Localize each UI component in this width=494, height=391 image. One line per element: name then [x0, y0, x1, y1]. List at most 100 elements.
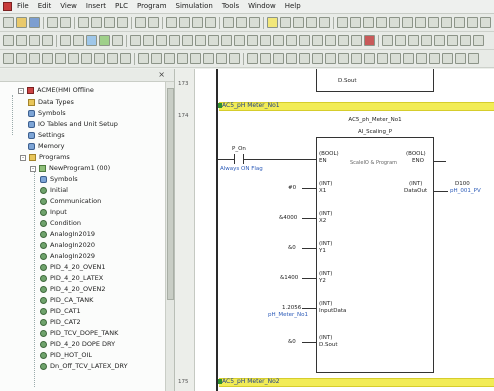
- program-mode-icon[interactable]: [267, 17, 278, 28]
- redo-icon[interactable]: [148, 17, 159, 28]
- toolbar-option-icon[interactable]: [190, 53, 201, 64]
- toolbar-option-icon[interactable]: [429, 53, 440, 64]
- toolbar-option-icon[interactable]: [442, 53, 453, 64]
- menu-help[interactable]: Help: [285, 1, 301, 12]
- delete-icon[interactable]: [117, 17, 128, 28]
- toolbar-option-icon[interactable]: [467, 17, 478, 28]
- tree-item[interactable]: AnalogIn2029: [40, 251, 95, 262]
- zoom-in-icon[interactable]: [337, 17, 348, 28]
- toolbar-option-icon[interactable]: [94, 53, 105, 64]
- toolbar-option-icon[interactable]: [16, 53, 27, 64]
- stop-mode-icon[interactable]: [306, 17, 317, 28]
- tree-item[interactable]: Dn_Off_TCV_LATEX_DRY: [40, 361, 128, 372]
- toolbar-option-icon[interactable]: [338, 53, 349, 64]
- tree-item[interactable]: Initial: [40, 185, 68, 196]
- toolbar-option-icon[interactable]: [480, 17, 491, 28]
- tree-item[interactable]: Condition: [40, 218, 81, 229]
- grid-icon[interactable]: [60, 35, 71, 46]
- help-icon[interactable]: [363, 17, 374, 28]
- toolbar-option-icon[interactable]: [130, 35, 141, 46]
- instruction-icon[interactable]: [260, 35, 271, 46]
- window-cascade-icon[interactable]: [389, 17, 400, 28]
- compile-icon[interactable]: [319, 17, 330, 28]
- previous-function-block[interactable]: [316, 69, 434, 92]
- toolbar-option-icon[interactable]: [143, 35, 154, 46]
- tree-item[interactable]: Symbols: [40, 174, 78, 185]
- toolbar-option-icon[interactable]: [164, 53, 175, 64]
- toolbar-option-icon[interactable]: [402, 17, 413, 28]
- contact-or-icon[interactable]: [182, 35, 193, 46]
- menu-file[interactable]: File: [17, 1, 29, 12]
- toolbar-option-icon[interactable]: [55, 53, 66, 64]
- toolbar-option-icon[interactable]: [247, 53, 258, 64]
- ladder-editor[interactable]: 173 174 175 D.Sout AC5_pH Meter_No1 AC5_…: [176, 69, 494, 391]
- toolbar-option-icon[interactable]: [81, 53, 92, 64]
- toolbar-option-icon[interactable]: [273, 53, 284, 64]
- tree-item[interactable]: Symbols: [28, 108, 66, 119]
- paste-icon[interactable]: [104, 17, 115, 28]
- toolbar-option-icon[interactable]: [377, 53, 388, 64]
- toolbar-option-icon[interactable]: [338, 35, 349, 46]
- tree-item[interactable]: Input: [40, 207, 67, 218]
- tree-item[interactable]: PID_4_20 DOPE DRY: [40, 339, 115, 350]
- tree-item[interactable]: Memory: [28, 141, 64, 152]
- output-value[interactable]: D100: [455, 181, 470, 188]
- tree-item[interactable]: Settings: [28, 130, 65, 141]
- toolbar-option-icon[interactable]: [42, 53, 53, 64]
- collapse-icon[interactable]: -: [30, 165, 36, 172]
- tree-item[interactable]: AnalogIn2019: [40, 229, 95, 240]
- tree-item[interactable]: - Programs: [20, 152, 70, 163]
- zoom-out-icon[interactable]: [350, 17, 361, 28]
- toolbar-option-icon[interactable]: [455, 53, 466, 64]
- show-symbols-icon[interactable]: [86, 35, 97, 46]
- tree-item[interactable]: PID_4_20_OVEN1: [40, 262, 106, 273]
- toolbar-option-icon[interactable]: [390, 53, 401, 64]
- tree-item[interactable]: Communication: [40, 196, 101, 207]
- tree-item[interactable]: PID_TCV_DOPE_TANK: [40, 328, 118, 339]
- window-tile-icon[interactable]: [376, 17, 387, 28]
- open-folder-icon[interactable]: [16, 17, 27, 28]
- tree-item[interactable]: - NewProgram1 (00): [30, 163, 110, 174]
- run-mode-icon[interactable]: [293, 17, 304, 28]
- st-icon[interactable]: [286, 35, 297, 46]
- zoom-in-icon[interactable]: [16, 35, 27, 46]
- comment-icon[interactable]: [73, 35, 84, 46]
- toolbar-option-icon[interactable]: [151, 53, 162, 64]
- toolbar-option-icon[interactable]: [460, 35, 471, 46]
- toolbar-option-icon[interactable]: [299, 35, 310, 46]
- contact-no-icon[interactable]: [156, 35, 167, 46]
- menu-insert[interactable]: Insert: [86, 1, 106, 12]
- input-value[interactable]: &4000: [279, 215, 297, 222]
- rung-icon[interactable]: [112, 35, 123, 46]
- toolbar-option-icon[interactable]: [403, 53, 414, 64]
- toolbar-option-icon[interactable]: [364, 53, 375, 64]
- collapse-icon[interactable]: -: [18, 87, 24, 94]
- toolbar-option-icon[interactable]: [260, 53, 271, 64]
- monitor-icon[interactable]: [236, 17, 247, 28]
- toolbar-option-icon[interactable]: [395, 35, 406, 46]
- print-preview-icon[interactable]: [60, 17, 71, 28]
- close-icon[interactable]: ×: [158, 70, 165, 80]
- toolbar-option-icon[interactable]: [408, 35, 419, 46]
- toolbar-option-icon[interactable]: [382, 35, 393, 46]
- toolbar-option-icon[interactable]: [325, 35, 336, 46]
- undo-icon[interactable]: [135, 17, 146, 28]
- cross-reference-icon[interactable]: [192, 17, 203, 28]
- tree-item[interactable]: PID_HOT_OIL: [40, 350, 92, 361]
- input-value[interactable]: #0: [288, 185, 296, 192]
- toolbar-option-icon[interactable]: [216, 53, 227, 64]
- print-icon[interactable]: [47, 17, 58, 28]
- toolbar-option-icon[interactable]: [312, 35, 323, 46]
- menu-plc[interactable]: PLC: [115, 1, 128, 12]
- coil-icon[interactable]: [234, 35, 245, 46]
- tree-item[interactable]: PID_CAT1: [40, 306, 81, 317]
- toolbar-option-icon[interactable]: [421, 35, 432, 46]
- input-value[interactable]: 1.2056: [282, 305, 301, 312]
- toolbar-option-icon[interactable]: [138, 53, 149, 64]
- tree-item[interactable]: AnalogIn2020: [40, 240, 95, 251]
- tree-item-controller[interactable]: - ACME(HMI Offline: [18, 85, 94, 96]
- toolbar-option-icon[interactable]: [203, 53, 214, 64]
- input-value[interactable]: &0: [288, 339, 296, 346]
- toolbar-option-icon[interactable]: [120, 53, 131, 64]
- monitor-mode-icon[interactable]: [280, 17, 291, 28]
